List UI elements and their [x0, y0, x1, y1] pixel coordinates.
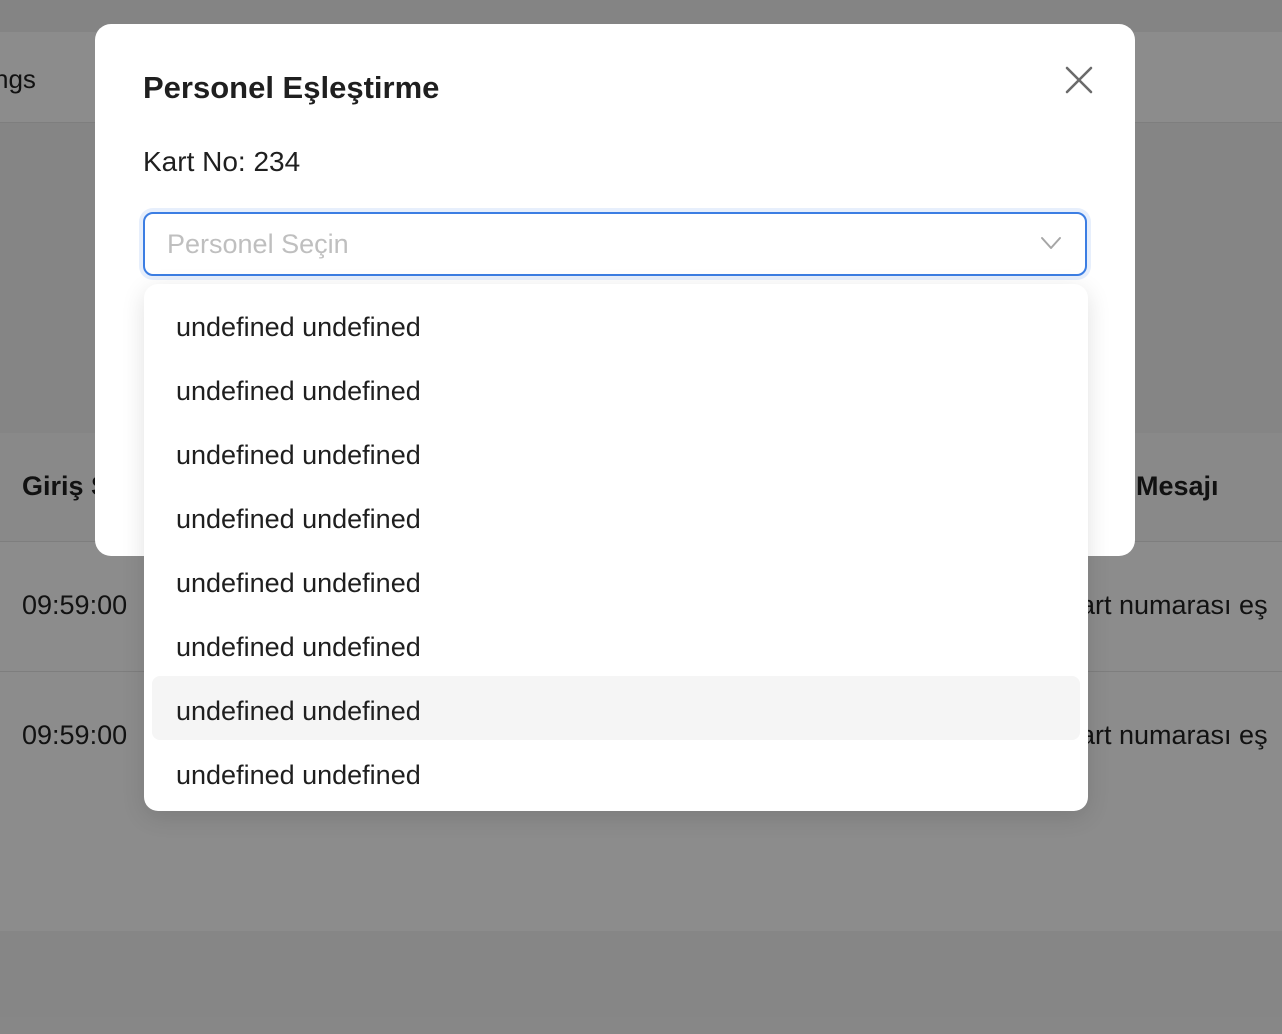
card-number-label: Kart No: 234	[143, 146, 301, 177]
dropdown-option[interactable]: undefined undefined	[152, 740, 1080, 804]
page: ngs Giriş S Mesajı 09:59:00 art numarası…	[0, 0, 1282, 1034]
dropdown-option[interactable]: undefined undefined	[152, 292, 1080, 356]
personel-select[interactable]: Personel Seçin	[143, 212, 1087, 276]
dropdown-option[interactable]: undefined undefined	[152, 548, 1080, 612]
option-label: undefined undefined	[176, 696, 421, 726]
dropdown-option[interactable]: undefined undefined	[152, 612, 1080, 676]
option-label: undefined undefined	[176, 504, 421, 534]
option-label: undefined undefined	[176, 312, 421, 342]
dropdown-option-highlighted[interactable]: undefined undefined	[152, 676, 1080, 740]
option-label: undefined undefined	[176, 440, 421, 470]
chevron-down-icon[interactable]	[1039, 234, 1063, 252]
option-label: undefined undefined	[176, 760, 421, 790]
dropdown-option[interactable]: undefined undefined	[152, 484, 1080, 548]
modal-title: Personel Eşleştirme	[143, 70, 440, 105]
select-dropdown: undefined undefined undefined undefined …	[144, 284, 1088, 811]
option-label: undefined undefined	[176, 376, 421, 406]
select-placeholder: Personel Seçin	[167, 229, 349, 259]
option-label: undefined undefined	[176, 568, 421, 598]
dropdown-option[interactable]: undefined undefined	[152, 356, 1080, 420]
option-label: undefined undefined	[176, 632, 421, 662]
dropdown-option[interactable]: undefined undefined	[152, 420, 1080, 484]
close-icon[interactable]	[1061, 62, 1097, 98]
